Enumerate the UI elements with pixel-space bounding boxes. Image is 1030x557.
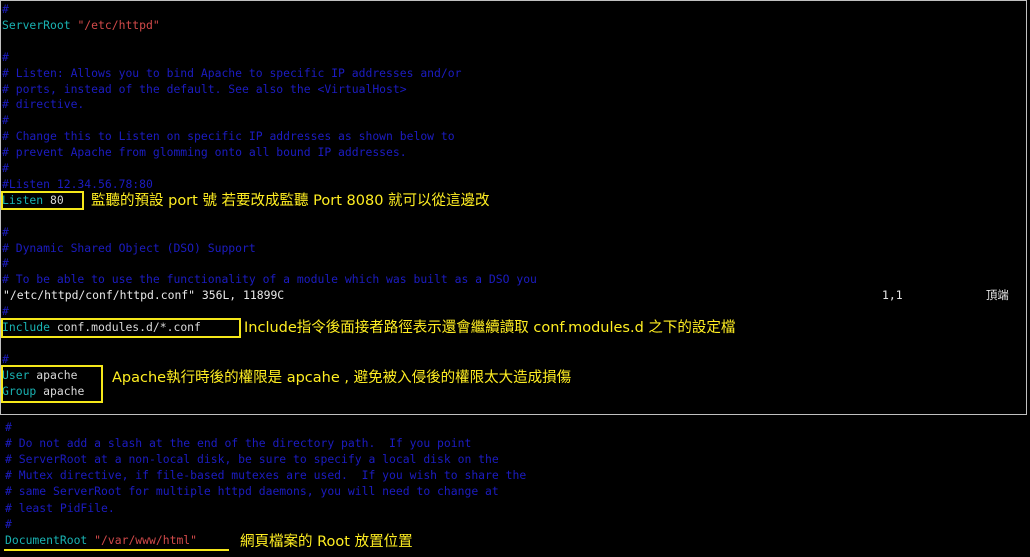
terminal-top-pane[interactable]: # ServerRoot "/etc/httpd" # # Listen: Allow… bbox=[0, 0, 1027, 415]
directive-keyword: ServerRoot bbox=[2, 17, 71, 32]
comment-line: # Dynamic Shared Object (DSO) Support bbox=[2, 240, 256, 255]
comment-line: # bbox=[2, 256, 9, 271]
terminal-bottom-pane[interactable]: # # Do not add a slash at the end of the … bbox=[2, 419, 1028, 557]
annotation-user-group: Apache執行時後的權限是 apcahe , 避免被入侵後的權限太大造成損傷 bbox=[112, 370, 572, 386]
comment-line: # bbox=[5, 516, 12, 531]
comment-line: # bbox=[2, 161, 9, 175]
comment-line: # ServerRoot at a non-local disk, be sur… bbox=[5, 452, 499, 467]
directive-documentroot: DocumentRoot "/var/www/html" bbox=[5, 532, 197, 548]
annotation-include: Include指令後面接者路徑表示還會繼續讀取 conf.modules.d 之… bbox=[244, 320, 736, 336]
directive-keyword: DocumentRoot bbox=[5, 532, 88, 547]
annotation-document-root: 網頁檔案的 Root 放置位置 bbox=[240, 534, 413, 550]
comment-line: # bbox=[2, 2, 9, 16]
status-scroll-indicator: 頂端 bbox=[986, 288, 1009, 302]
comment-line: #Listen 12.34.56.78:80 bbox=[2, 176, 153, 191]
comment-line: # Change this to Listen on specific IP a… bbox=[2, 129, 455, 144]
include-highlight-box bbox=[1, 318, 241, 338]
directive-value: "/var/www/html" bbox=[94, 532, 198, 547]
listen-highlight-box bbox=[1, 191, 84, 210]
comment-line: # bbox=[2, 113, 9, 128]
directive-serverroot: ServerRoot "/etc/httpd" bbox=[2, 17, 160, 33]
comment-line: # bbox=[5, 420, 12, 434]
comment-line: # least PidFile. bbox=[5, 500, 115, 515]
comment-line: # ports, instead of the default. See als… bbox=[2, 81, 407, 96]
annotation-listen: 監聽的預設 port 號 若要改成監聽 Port 8080 就可以從這邊改 bbox=[91, 193, 490, 209]
comment-line: # Do not add a slash at the end of the d… bbox=[5, 436, 472, 451]
comment-line: # To be able to use the functionality of… bbox=[2, 272, 537, 287]
directive-value: "/etc/httpd" bbox=[77, 17, 160, 32]
comment-line: # directive. bbox=[2, 97, 85, 112]
comment-line: # bbox=[2, 49, 9, 64]
comment-line: # prevent Apache from glomming onto all … bbox=[2, 145, 407, 160]
comment-line: # same ServerRoot for multiple httpd dae… bbox=[5, 484, 499, 499]
comment-line: # bbox=[2, 304, 9, 318]
document-root-underline bbox=[4, 549, 229, 551]
comment-line: # Mutex directive, if file-based mutexes… bbox=[5, 468, 527, 483]
status-file-info: "/etc/httpd/conf/httpd.conf" 356L, 11899… bbox=[3, 288, 285, 302]
user-group-highlight-box bbox=[1, 365, 103, 403]
comment-line: # Listen: Allows you to bind Apache to s… bbox=[2, 65, 462, 80]
comment-line: # bbox=[2, 224, 9, 239]
status-cursor-position: 1,1 bbox=[882, 288, 903, 302]
